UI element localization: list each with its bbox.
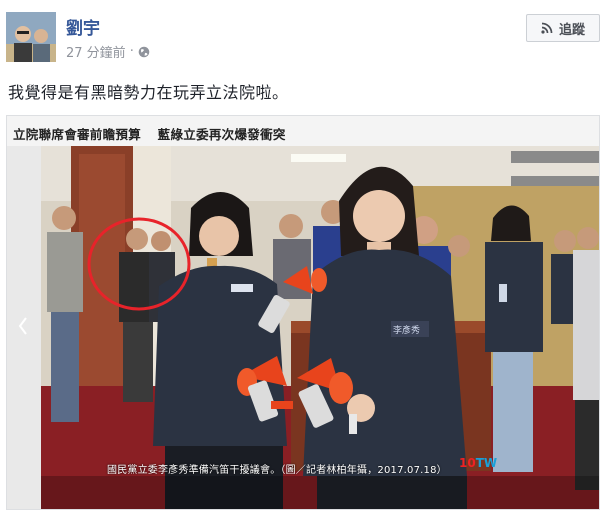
meta-separator: · — [129, 44, 134, 59]
shared-image[interactable]: 立院聯席會審前瞻預算 藍綠立委再次爆發衝突 李彥秀 國民黨立委李彥秀準備汽笛干擾… — [6, 115, 600, 510]
follow-button[interactable]: 追蹤 — [526, 14, 600, 42]
post-text: 我覺得是有黑暗勢力在玩弄立法院啦。 — [8, 83, 289, 102]
avatar[interactable] — [6, 12, 56, 62]
headline-left: 立院聯席會審前瞻預算 — [13, 127, 142, 142]
rss-icon — [541, 22, 553, 34]
author-name[interactable]: 劉宇 — [66, 14, 100, 39]
photo-caption: 國民黨立委李彥秀準備汽笛干擾議會。（圖／記者林柏年攝，2017.07.18） — [107, 465, 447, 476]
follow-label: 追蹤 — [558, 22, 585, 38]
svg-text:李彥秀: 李彥秀 — [393, 324, 420, 336]
image-headline: 立院聯席會審前瞻預算 藍綠立委再次爆發衝突 — [7, 116, 599, 146]
ettoday-watermark: 10TW — [459, 456, 539, 474]
globe-icon — [138, 46, 150, 57]
post-time[interactable]: 27 分鐘前 — [66, 42, 126, 61]
chevron-left-icon — [18, 317, 27, 335]
post-meta: 27 分鐘前 · — [66, 42, 150, 61]
image-left-strip — [7, 146, 41, 509]
facebook-post: 劉宇 27 分鐘前 · 追蹤 我覺得是有黑暗勢力在玩弄立法院啦。 立院聯席會審前… — [0, 0, 606, 520]
watermark-number: 10 — [459, 456, 476, 470]
headline-right: 藍綠立委再次爆發衝突 — [157, 127, 286, 142]
watermark-text: TW — [475, 456, 498, 470]
avatar-image — [6, 12, 56, 62]
